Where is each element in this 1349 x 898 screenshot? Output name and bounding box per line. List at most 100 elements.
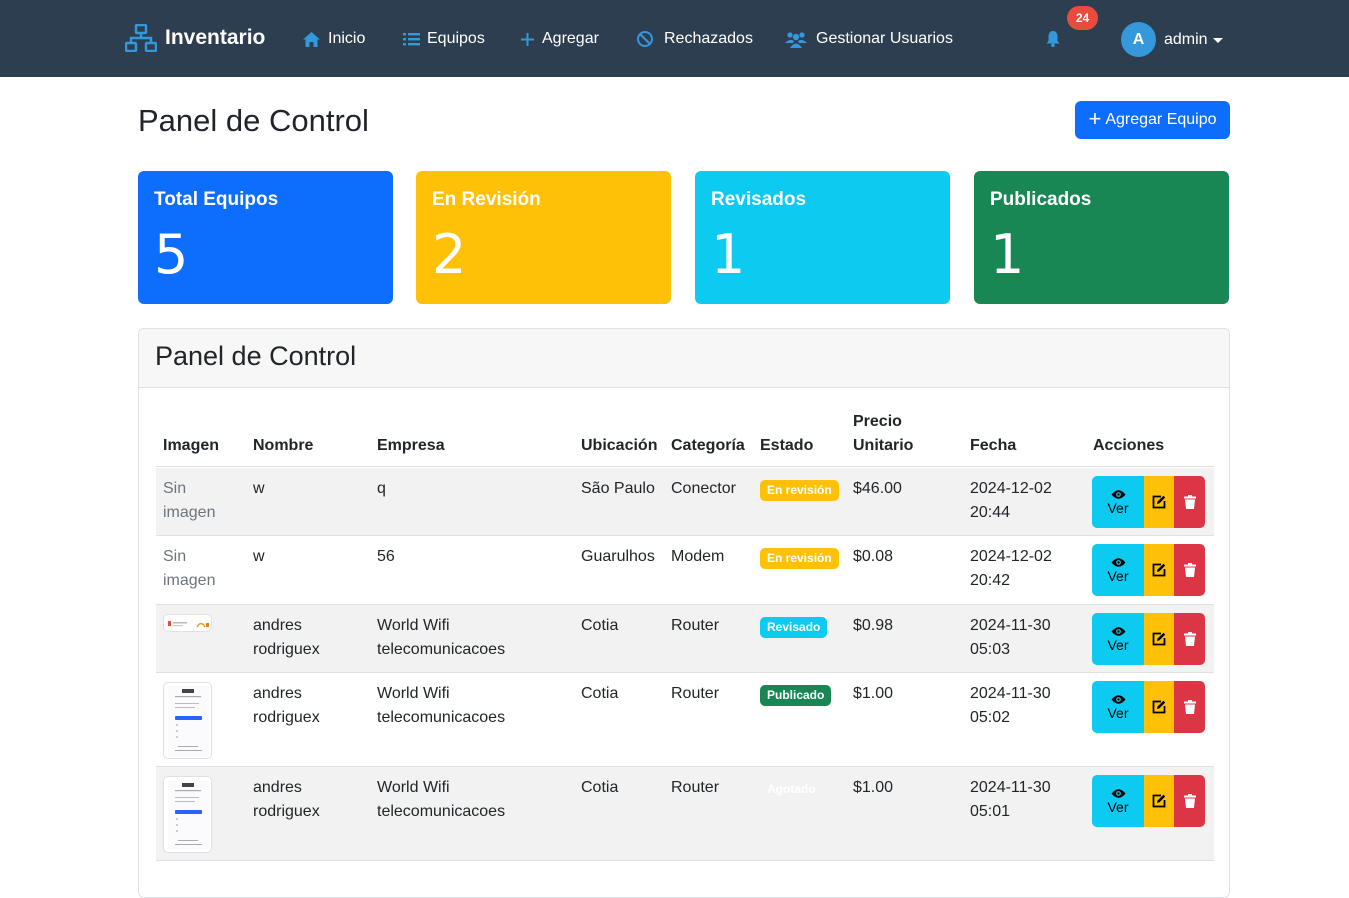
delete-button[interactable] — [1174, 775, 1205, 827]
edit-button[interactable] — [1144, 544, 1174, 596]
status-badge: En revisión — [760, 548, 839, 569]
view-button[interactable]: Ver — [1092, 476, 1144, 528]
view-button[interactable]: Ver — [1092, 544, 1144, 596]
status-badge: Publicado — [760, 685, 832, 706]
cell-precio: $0.98 — [853, 617, 894, 634]
nav-agregar[interactable]: Agregar — [520, 28, 599, 50]
delete-button[interactable] — [1174, 544, 1205, 596]
table-row: andres rodriguex World Wifi telecomunicaco… — [156, 605, 1214, 673]
trash-icon — [1183, 563, 1196, 577]
th-nombre: Nombre — [253, 437, 314, 454]
cell-ubicacion: Guarulhos — [581, 548, 655, 565]
trash-icon — [1183, 495, 1196, 509]
table-row: andres rodriguex World Wifi telecomunicaco… — [156, 673, 1214, 767]
nav-rechazados-label: Rechazados — [664, 30, 753, 47]
stat-card-revisados: Revisados 1 — [695, 171, 950, 304]
cell-empresa: World Wifi telecomunicacoes — [377, 779, 506, 820]
th-precio-unitario: Precio Unitario — [853, 410, 913, 458]
no-image-text: Sin imagen — [163, 548, 216, 589]
network-icon — [125, 24, 157, 52]
view-button[interactable]: Ver — [1092, 613, 1144, 665]
card-title: Panel de Control — [139, 329, 1229, 388]
stat-label: En Revisión — [432, 189, 541, 210]
th-acciones: Acciones — [1093, 437, 1165, 454]
equipment-thumbnail[interactable] — [163, 682, 212, 759]
view-button[interactable]: Ver — [1092, 775, 1144, 827]
status-badge: Revisado — [760, 617, 828, 638]
stat-value: 1 — [990, 223, 1025, 286]
brand-name: Inventario — [165, 26, 266, 49]
edit-icon — [1152, 495, 1166, 509]
stat-card-total: Total Equipos 5 — [138, 171, 393, 304]
no-image-text: Sin imagen — [163, 480, 216, 521]
cell-empresa: World Wifi telecomunicacoes — [377, 685, 506, 726]
th-imagen: Imagen — [163, 437, 220, 454]
cell-ubicacion: Cotia — [581, 779, 619, 796]
view-label: Ver — [1107, 704, 1129, 721]
cell-precio: $46.00 — [853, 480, 902, 497]
notifications-button[interactable] — [1045, 30, 1061, 52]
th-precio-line2: Unitario — [853, 437, 914, 454]
cell-fecha: 2024-12-02 20:44 — [970, 480, 1052, 521]
view-label: Ver — [1107, 567, 1129, 584]
add-equipment-button[interactable]: + Agregar Equipo — [1075, 101, 1230, 139]
edit-icon — [1152, 794, 1166, 808]
edit-button[interactable] — [1144, 775, 1174, 827]
edit-button[interactable] — [1144, 681, 1174, 733]
cell-fecha: 2024-11-30 05:01 — [970, 779, 1051, 820]
edit-button[interactable] — [1144, 476, 1174, 528]
view-label: Ver — [1107, 499, 1129, 516]
plus-icon: + — [1088, 106, 1102, 131]
cell-precio: $1.00 — [853, 685, 894, 702]
page-title: Panel de Control — [138, 103, 369, 138]
nav-rechazados[interactable]: Rechazados — [636, 28, 753, 50]
cell-fecha: 2024-11-30 05:02 — [970, 685, 1051, 726]
cell-nombre: w — [253, 548, 265, 565]
trash-icon — [1183, 700, 1196, 714]
add-equipment-label: Agregar Equipo — [1105, 111, 1217, 128]
delete-button[interactable] — [1174, 613, 1205, 665]
stat-card-publicados: Publicados 1 — [974, 171, 1229, 304]
stat-value: 2 — [432, 223, 467, 286]
nav-gestionar-usuarios[interactable]: Gestionar Usuarios — [785, 28, 953, 50]
eye-icon — [1111, 626, 1125, 636]
cell-categoria: Router — [671, 779, 720, 796]
stat-card-en-revision: En Revisión 2 — [416, 171, 671, 304]
cell-nombre: andres rodriguex — [253, 779, 320, 820]
stat-label: Revisados — [711, 189, 807, 210]
nav-equipos[interactable]: Equipos — [403, 28, 485, 50]
table-row: Sin imagen w q São Paulo Conector En revi… — [156, 468, 1214, 536]
edit-button[interactable] — [1144, 613, 1174, 665]
cell-ubicacion: São Paulo — [581, 480, 655, 497]
equipment-thumbnail[interactable] — [163, 776, 212, 853]
users-icon — [785, 31, 807, 48]
status-badge: Agotado — [767, 782, 816, 796]
edit-icon — [1152, 632, 1166, 646]
user-menu[interactable]: A admin — [1121, 22, 1223, 57]
nav-gestionar-usuarios-label: Gestionar Usuarios — [816, 30, 953, 47]
cell-nombre: andres rodriguex — [253, 685, 320, 726]
cell-nombre: andres rodriguex — [253, 617, 320, 658]
cell-precio: $1.00 — [853, 779, 894, 796]
home-icon — [303, 31, 320, 47]
row-actions: Ver — [1092, 476, 1205, 528]
eye-icon — [1111, 557, 1125, 567]
nav-equipos-label: Equipos — [427, 30, 485, 47]
nav-inicio[interactable]: Inicio — [302, 28, 365, 50]
view-button[interactable]: Ver — [1092, 681, 1144, 733]
equipment-thumbnail[interactable] — [163, 614, 212, 632]
view-label: Ver — [1107, 636, 1129, 653]
delete-button[interactable] — [1174, 476, 1205, 528]
cell-empresa: q — [377, 480, 386, 497]
th-ubicacion: Ubicación — [581, 437, 658, 454]
eye-icon — [1111, 489, 1125, 499]
cell-fecha: 2024-11-30 05:03 — [970, 617, 1051, 658]
delete-button[interactable] — [1174, 681, 1205, 733]
row-actions: Ver — [1092, 681, 1205, 733]
brand-link[interactable]: Inventario — [125, 24, 265, 52]
table-row: Sin imagen w 56 Guarulhos Modem En revisi… — [156, 536, 1214, 605]
th-empresa: Empresa — [377, 437, 445, 454]
equipment-table-card: Panel de Control Imagen Nombre Empresa U… — [138, 328, 1230, 898]
th-categoria: Categoría — [671, 437, 745, 454]
notification-count-badge: 24 — [1067, 6, 1098, 30]
